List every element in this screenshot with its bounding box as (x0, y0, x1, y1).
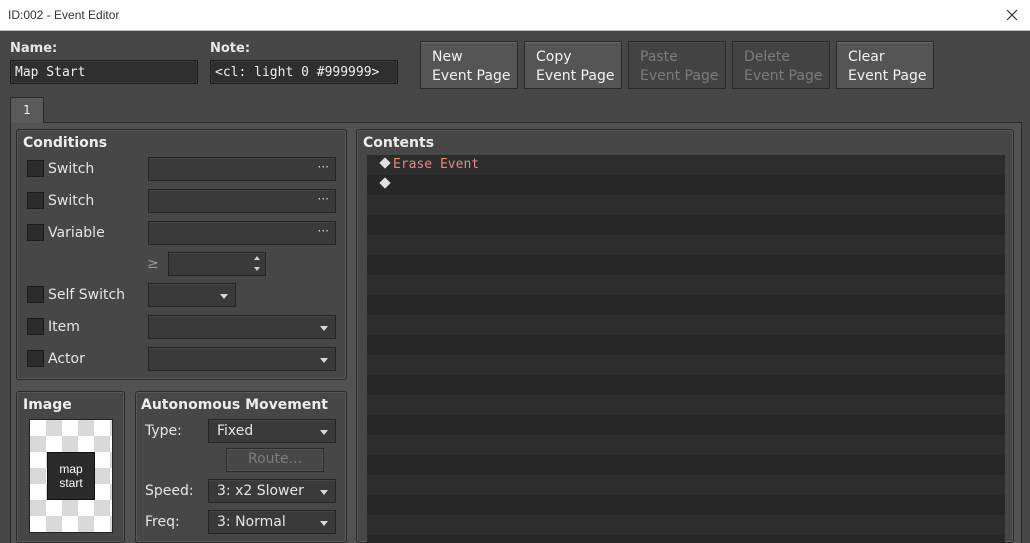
movement-type-value: Fixed (217, 423, 254, 439)
clear-event-page-button[interactable]: Clear Event Page (836, 41, 934, 89)
empty-row (367, 535, 1005, 543)
button-label-line2: Event Page (432, 68, 511, 84)
title-bar: ID:002 - Event Editor (0, 0, 1030, 31)
empty-row (367, 375, 1005, 395)
empty-row (367, 335, 1005, 355)
switch2-selector[interactable]: ··· (148, 189, 336, 213)
map-start-thumbnail: map start (47, 452, 95, 500)
tab-page-1[interactable]: 1 (10, 97, 44, 123)
spin-up-icon[interactable] (254, 256, 260, 260)
new-event-page-button[interactable]: New Event Page (420, 41, 518, 89)
note-label: Note: (210, 41, 251, 56)
chevron-down-icon (320, 326, 328, 331)
autonomous-movement-title: Autonomous Movement (141, 397, 328, 413)
button-label-line2: Event Page (536, 68, 615, 84)
chevron-down-icon (320, 490, 328, 495)
note-input[interactable]: <cl: light 0 #999999> (210, 60, 398, 84)
empty-row (367, 415, 1005, 435)
spin-down-icon[interactable] (254, 267, 260, 271)
button-label-line1: New (432, 49, 463, 65)
paste-event-page-button[interactable]: Paste Event Page (628, 41, 726, 89)
actor-select[interactable] (148, 347, 336, 371)
button-label-line1: Copy (536, 49, 572, 65)
delete-event-page-button[interactable]: Delete Event Page (732, 41, 830, 89)
diamond-icon (379, 157, 391, 169)
chevron-down-icon (320, 358, 328, 363)
speed-label: Speed: (145, 483, 194, 499)
chevron-down-icon (220, 294, 228, 299)
switch2-label: Switch (48, 193, 95, 209)
name-input[interactable]: Map Start (10, 60, 198, 84)
event-command-list[interactable]: Erase Event (367, 155, 1005, 543)
name-label: Name: (10, 41, 58, 56)
button-label-line1: Delete (744, 49, 790, 65)
empty-row (367, 195, 1005, 215)
empty-row (367, 355, 1005, 375)
command-text: Erase Event (393, 157, 480, 172)
variable-checkbox[interactable] (27, 224, 44, 241)
variable-label: Variable (48, 225, 105, 241)
self-switch-select[interactable] (148, 283, 236, 307)
button-label-line2: Event Page (640, 68, 719, 84)
empty-row (367, 295, 1005, 315)
switch2-checkbox[interactable] (27, 192, 44, 209)
command-row[interactable] (367, 175, 1005, 195)
ellipsis-icon: ··· (317, 224, 329, 238)
empty-row (367, 435, 1005, 455)
window-title: ID:002 - Event Editor (8, 8, 120, 22)
empty-row (367, 215, 1005, 235)
contents-title: Contents (363, 135, 435, 151)
movement-freq-select[interactable]: 3: Normal (208, 510, 336, 534)
item-select[interactable] (148, 315, 336, 339)
switch1-label: Switch (48, 161, 95, 177)
thumbnail-text-line2: start (59, 476, 83, 490)
empty-row (367, 275, 1005, 295)
gte-symbol: ≥ (147, 256, 159, 272)
self-switch-checkbox[interactable] (27, 286, 44, 303)
item-checkbox[interactable] (27, 318, 44, 335)
self-switch-label: Self Switch (48, 287, 126, 303)
empty-row (367, 515, 1005, 535)
empty-row (367, 495, 1005, 515)
conditions-title: Conditions (23, 135, 108, 151)
ellipsis-icon: ··· (317, 160, 329, 174)
type-label: Type: (145, 423, 182, 439)
actor-label: Actor (48, 351, 85, 367)
event-image-preview[interactable]: map start (29, 419, 113, 533)
close-icon (1006, 9, 1018, 21)
switch1-checkbox[interactable] (27, 160, 44, 177)
button-label-line1: Paste (640, 49, 678, 65)
chevron-down-icon (320, 430, 328, 435)
actor-checkbox[interactable] (27, 350, 44, 367)
movement-speed-select[interactable]: 3: x2 Slower (208, 479, 336, 503)
chevron-down-icon (320, 521, 328, 526)
thumbnail-text-line1: map (59, 462, 83, 476)
variable-selector[interactable]: ··· (148, 221, 336, 245)
item-label: Item (48, 319, 80, 335)
button-label-line2: Event Page (848, 68, 927, 84)
ellipsis-icon: ··· (317, 192, 329, 206)
button-label-line2: Event Page (744, 68, 823, 84)
close-button[interactable] (994, 0, 1030, 30)
movement-type-select[interactable]: Fixed (208, 419, 336, 443)
diamond-icon (379, 177, 391, 189)
variable-value-spinner[interactable] (168, 252, 266, 276)
button-label-line1: Clear (848, 49, 885, 65)
empty-row (367, 255, 1005, 275)
switch1-selector[interactable]: ··· (148, 157, 336, 181)
movement-speed-value: 3: x2 Slower (217, 483, 304, 499)
empty-row (367, 395, 1005, 415)
empty-row (367, 475, 1005, 495)
freq-label: Freq: (145, 514, 180, 530)
copy-event-page-button[interactable]: Copy Event Page (524, 41, 622, 89)
command-row[interactable]: Erase Event (367, 155, 1005, 175)
image-title: Image (23, 397, 72, 413)
empty-row (367, 235, 1005, 255)
route-button[interactable]: Route... (226, 448, 324, 472)
empty-row (367, 455, 1005, 475)
movement-freq-value: 3: Normal (217, 514, 286, 530)
empty-row (367, 315, 1005, 335)
